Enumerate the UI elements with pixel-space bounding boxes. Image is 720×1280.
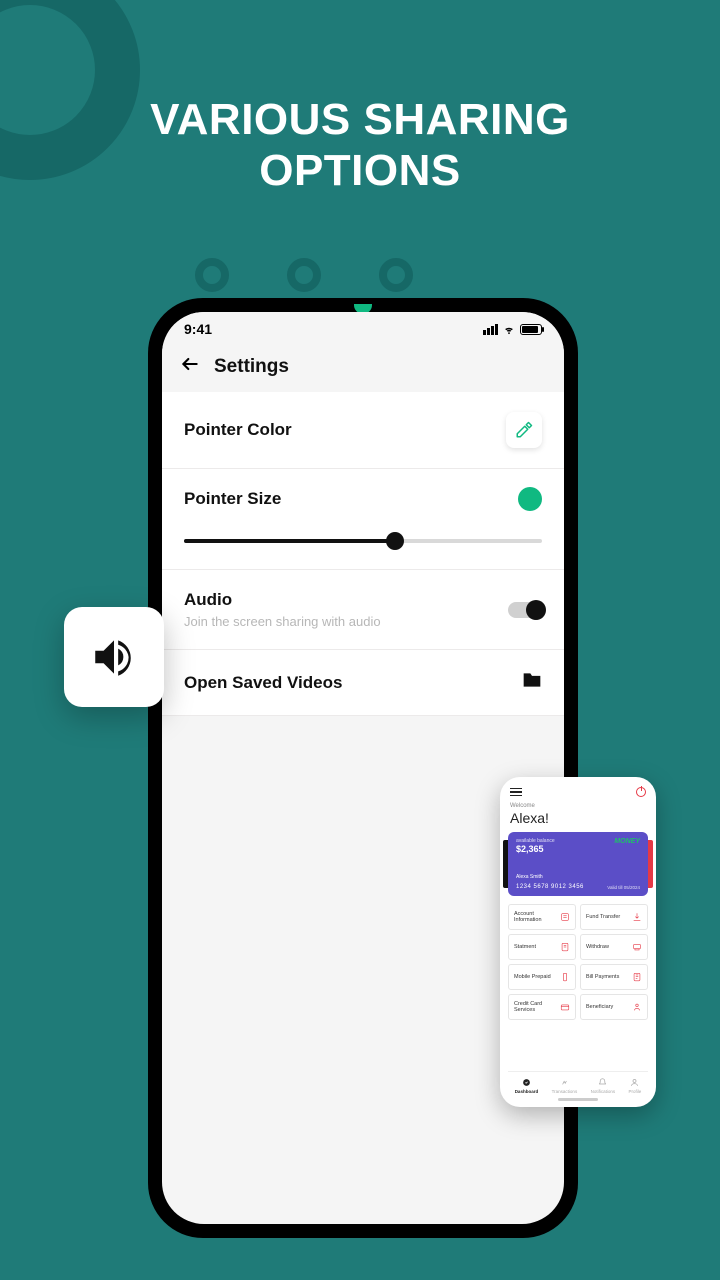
action-label: Beneficiary [586, 1004, 613, 1010]
action-icon [632, 912, 642, 922]
menu-icon[interactable] [510, 788, 522, 797]
action-icon [632, 972, 642, 982]
tab-transactions[interactable]: Transactions [552, 1078, 578, 1094]
tab-label: Notifications [591, 1089, 616, 1094]
row-pointer-color[interactable]: Pointer Color [162, 392, 564, 469]
action-cell[interactable]: Mobile Prepaid [508, 964, 576, 990]
action-label: Withdraw [586, 944, 609, 950]
bottom-tabs: Dashboard Transactions Notifications Profil… [508, 1071, 648, 1094]
action-label: Account Information [514, 911, 560, 923]
tab-icon [560, 1078, 569, 1087]
row-subtitle: Join the screen sharing with audio [184, 614, 381, 629]
toggle-knob [526, 600, 546, 620]
action-icon [632, 1002, 642, 1012]
folder-icon [522, 670, 542, 695]
row-open-saved-videos[interactable]: Open Saved Videos [162, 650, 564, 716]
color-picker-button[interactable] [506, 412, 542, 448]
welcome-label: Welcome [508, 803, 648, 809]
action-icon [560, 942, 570, 952]
balance-amount: $2,365 [516, 844, 640, 854]
eyedropper-icon [515, 421, 533, 439]
pointer-size-slider[interactable] [184, 539, 542, 543]
action-cell[interactable]: Account Information [508, 904, 576, 930]
mini-phone-overlay: Welcome Alexa! available balance $2,365 … [500, 777, 656, 1107]
tab-label: Dashboard [515, 1089, 539, 1094]
action-grid: Account Information Fund Transfer Statment… [508, 904, 648, 1020]
action-cell[interactable]: Bill Payments [580, 964, 648, 990]
action-label: Credit Card Services [514, 1001, 560, 1013]
action-cell[interactable]: Withdraw [580, 934, 648, 960]
tab-icon [598, 1078, 607, 1087]
action-label: Mobile Prepaid [514, 974, 551, 980]
tab-notifications[interactable]: Notifications [591, 1078, 616, 1094]
tab-icon [522, 1078, 531, 1087]
card-number: 1234 5678 9012 3456 [516, 884, 584, 890]
size-preview-dot [518, 487, 542, 511]
decorative-dots [195, 258, 413, 292]
promo-title-line1: VARIOUS SHARING [0, 95, 720, 146]
action-label: Statment [514, 944, 536, 950]
user-name: Alexa! [508, 810, 648, 826]
action-cell[interactable]: Beneficiary [580, 994, 648, 1020]
row-label: Audio [184, 590, 381, 610]
power-icon[interactable] [636, 787, 646, 797]
app-header: Settings [162, 342, 564, 392]
card-holder: Alexa Smith [516, 874, 543, 880]
battery-icon [520, 324, 542, 335]
action-label: Fund Transfer [586, 914, 620, 920]
status-time: 9:41 [184, 321, 212, 337]
tab-label: Transactions [552, 1089, 578, 1094]
status-icons [483, 324, 542, 335]
home-indicator [558, 1098, 598, 1101]
wifi-icon [502, 324, 516, 335]
tab-icon [630, 1078, 639, 1087]
back-button[interactable] [180, 354, 200, 380]
row-label: Pointer Size [184, 489, 281, 509]
row-label: Pointer Color [184, 420, 292, 440]
promo-title: VARIOUS SHARING OPTIONS [0, 95, 720, 196]
card-expiry: Valid till 05/2024 [607, 885, 640, 890]
tab-label: Profile [628, 1089, 641, 1094]
action-cell[interactable]: Statment [508, 934, 576, 960]
row-pointer-size: Pointer Size [162, 469, 564, 570]
tab-dashboard[interactable]: Dashboard [515, 1078, 539, 1094]
speaker-icon [89, 632, 139, 682]
row-audio: Audio Join the screen sharing with audio [162, 570, 564, 650]
slider-fill [184, 539, 395, 543]
page-title: Settings [214, 356, 289, 378]
slider-thumb[interactable] [386, 532, 404, 550]
audio-toggle[interactable] [508, 602, 542, 618]
action-icon [632, 942, 642, 952]
action-label: Bill Payments [586, 974, 619, 980]
settings-list: Pointer Color Pointer Size Audio [162, 392, 564, 716]
action-icon [560, 912, 570, 922]
tab-profile[interactable]: Profile [628, 1078, 641, 1094]
action-icon [560, 1002, 570, 1012]
status-bar: 9:41 [162, 312, 564, 342]
promo-title-line2: OPTIONS [0, 146, 720, 197]
card-brand: MONEY [614, 838, 640, 845]
balance-card[interactable]: available balance $2,365 MONEY Alexa Smi… [508, 832, 648, 896]
row-label: Open Saved Videos [184, 673, 342, 693]
action-cell[interactable]: Fund Transfer [580, 904, 648, 930]
action-icon [560, 972, 570, 982]
signal-icon [483, 324, 498, 335]
action-cell[interactable]: Credit Card Services [508, 994, 576, 1020]
audio-badge [64, 607, 164, 707]
